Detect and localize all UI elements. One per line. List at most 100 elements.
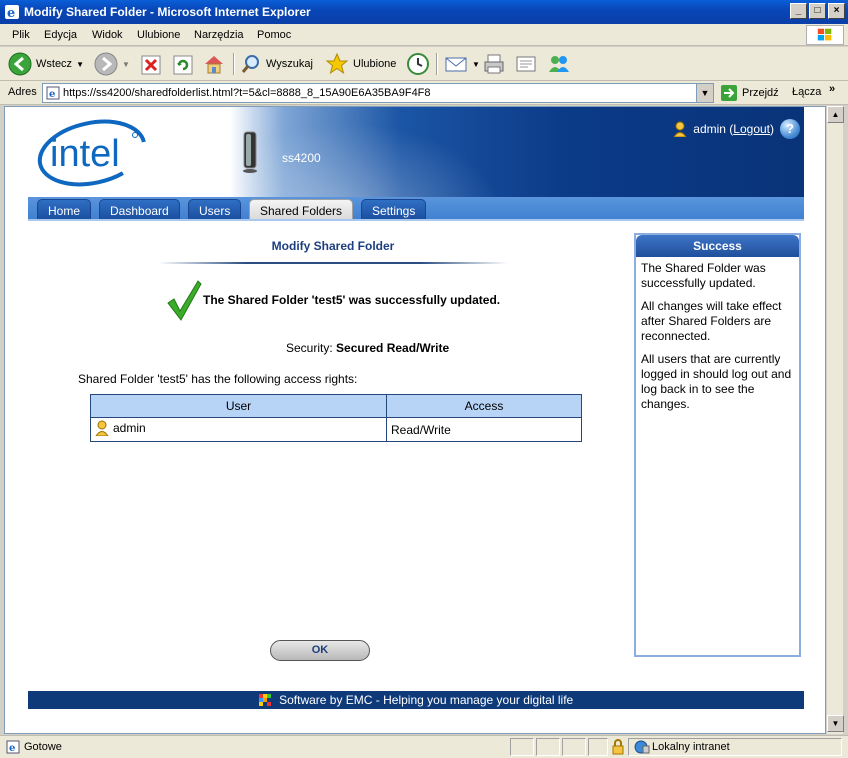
success-panel-text: The Shared Folder was successfully updat… [641, 261, 766, 290]
maximize-button[interactable]: □ [809, 3, 826, 19]
windows-logo-icon [806, 25, 844, 45]
emc-logo-icon [258, 694, 271, 706]
page-status-icon: e [6, 740, 20, 754]
search-button[interactable]: Wyszukaj [240, 51, 313, 77]
star-icon [325, 52, 349, 75]
ok-button[interactable]: OK [270, 640, 370, 661]
print-icon[interactable] [482, 51, 506, 77]
column-header-user: User [90, 394, 387, 418]
forward-dropdown-icon[interactable]: ▼ [122, 60, 130, 69]
security-label: Security: [286, 341, 333, 355]
forward-arrow-icon [94, 52, 118, 76]
links-button[interactable]: Łącza [792, 86, 821, 98]
current-user: admin [693, 122, 726, 136]
svg-text:e: e [49, 89, 55, 100]
address-dropdown-icon[interactable]: ▼ [696, 84, 713, 102]
address-label: Adres [8, 86, 37, 98]
ie-icon: e [5, 5, 19, 20]
mail-icon [445, 57, 467, 72]
tab-home[interactable]: Home [37, 199, 92, 221]
favorites-label: Ulubione [353, 58, 397, 70]
back-label: Wstecz [36, 58, 73, 70]
logout-link[interactable]: Logout [733, 122, 770, 136]
close-button[interactable]: × [828, 3, 845, 19]
menu-bar: Plik Edycja Widok Ulubione Narzędzia Pom… [0, 24, 848, 46]
title-divider [158, 262, 508, 264]
page-icon: e [46, 86, 60, 100]
favorites-button[interactable]: Ulubione [325, 51, 396, 77]
search-label: Wyszukaj [266, 58, 313, 70]
go-label: Przejdź [742, 87, 779, 99]
address-url: https://ss4200/sharedfolderlist.html?t=5… [63, 87, 431, 99]
device-name: ss4200 [282, 151, 321, 165]
mail-dropdown-icon[interactable]: ▼ [472, 60, 480, 69]
svg-text:e: e [9, 743, 15, 754]
home-icon[interactable] [202, 51, 226, 77]
menu-view[interactable]: Widok [92, 29, 123, 41]
back-dropdown-icon[interactable]: ▼ [76, 60, 84, 69]
scroll-down-icon[interactable]: ▼ [827, 715, 844, 732]
web-page: intel ss4200 admin (Logout) ? Home Dashb… [28, 107, 804, 733]
menu-edit[interactable]: Edycja [44, 29, 77, 41]
tab-settings[interactable]: Settings [361, 199, 427, 221]
column-header-access: Access [386, 394, 582, 418]
cell-access: Read/Write [386, 417, 582, 442]
cell-user: admin [90, 417, 387, 442]
table-row: admin Read/Write [90, 417, 582, 442]
menu-tools[interactable]: Narzędzia [194, 29, 244, 41]
user-icon [95, 420, 109, 436]
menu-favorites[interactable]: Ulubione [137, 29, 180, 41]
edit-icon[interactable] [514, 51, 538, 77]
messenger-icon[interactable] [546, 51, 572, 77]
menu-file[interactable]: Plik [12, 29, 30, 41]
vertical-scrollbar[interactable]: ▲ ▼ [826, 106, 844, 734]
security-zone: Lokalny intranet [652, 741, 730, 753]
success-panel-text: All users that are currently logged in s… [641, 352, 792, 411]
user-box: admin (Logout) ? [673, 119, 800, 139]
page-footer: Software by EMC - Helping you manage you… [28, 691, 804, 709]
intranet-icon [634, 740, 650, 754]
page-title: Modify Shared Folder [271, 239, 395, 253]
toolbar: Wstecz ▼ ▼ Wyszukaj Ulubione ▼ [0, 47, 848, 81]
success-panel: Success The Shared Folder was successful… [634, 233, 801, 657]
window-titlebar: e Modify Shared Folder - Microsoft Inter… [0, 0, 848, 24]
tab-users[interactable]: Users [188, 199, 242, 221]
user-name: admin [113, 421, 146, 435]
intel-logo-icon: intel [37, 119, 147, 187]
status-text: Gotowe [24, 741, 62, 753]
security-line: Security: Secured Read/Write [286, 341, 449, 355]
tab-dashboard[interactable]: Dashboard [99, 199, 180, 221]
success-message: The Shared Folder 'test5' was successful… [203, 293, 501, 307]
access-rights-text: Shared Folder 'test5' has the following … [78, 372, 358, 386]
svg-text:intel: intel [50, 133, 120, 175]
refresh-icon[interactable] [172, 51, 194, 77]
back-button[interactable]: Wstecz ▼ [8, 51, 84, 77]
success-panel-text: All changes will take effect after Share… [641, 299, 782, 343]
menu-help[interactable]: Pomoc [257, 29, 291, 41]
minimize-button[interactable]: _ [790, 3, 807, 19]
status-bar: e Gotowe Lokalny intranet [0, 735, 848, 758]
help-icon[interactable]: ? [780, 119, 800, 139]
chevron-right-icon[interactable]: » [829, 83, 835, 95]
access-rights-table: User Access admin Read/Write [90, 394, 582, 442]
mail-button[interactable]: ▼ [444, 51, 480, 77]
checkmark-icon [167, 280, 202, 321]
header-banner: intel ss4200 admin (Logout) ? [28, 107, 804, 197]
back-arrow-icon [8, 52, 32, 76]
search-icon [241, 55, 259, 73]
security-value: Secured Read/Write [336, 341, 450, 355]
tab-shared-folders[interactable]: Shared Folders [249, 199, 354, 221]
forward-button[interactable]: ▼ [94, 51, 130, 77]
success-panel-title: Success [636, 235, 799, 257]
stop-icon[interactable] [140, 51, 162, 77]
nav-bar: Home Dashboard Users Shared Folders Sett… [28, 197, 804, 221]
svg-text:e: e [7, 6, 15, 20]
address-input[interactable]: e https://ss4200/sharedfolderlist.html?t… [42, 83, 714, 103]
history-icon[interactable] [406, 51, 430, 77]
go-button[interactable]: Przejdź [720, 83, 779, 103]
lock-icon [612, 739, 624, 755]
device-icon [243, 131, 257, 173]
browser-viewport: intel ss4200 admin (Logout) ? Home Dashb… [4, 106, 826, 734]
scroll-up-icon[interactable]: ▲ [827, 106, 844, 123]
address-bar: Adres e https://ss4200/sharedfolderlist.… [0, 81, 848, 105]
